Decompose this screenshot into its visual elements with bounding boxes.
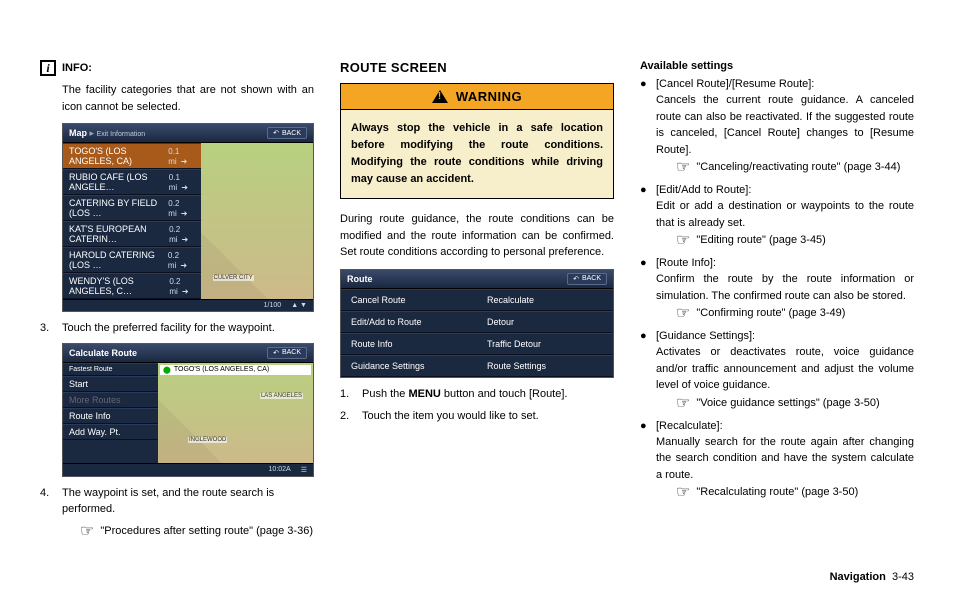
back-button: ↶BACK: [267, 347, 307, 359]
footer-page: 3-43: [892, 571, 914, 583]
warning-body: Always stop the vehicle in a safe locati…: [340, 110, 614, 199]
ss1-subtitle: Exit Information: [97, 131, 146, 138]
warning-label: WARNING: [456, 89, 522, 104]
available-settings-heading: Available settings: [640, 60, 914, 72]
route-step-2: Touch the item you would like to set.: [362, 408, 539, 425]
map-preview: ⬤TOGO'S (LOS ANGELES, CA) LAS ANGELES IN…: [158, 363, 313, 463]
route-steps: 1.Push the MENU button and touch [Route]…: [340, 386, 614, 425]
reference-icon: ☞: [676, 160, 690, 176]
back-button: ↶BACK: [267, 127, 307, 139]
reference-icon: ☞: [676, 306, 690, 322]
column-3: Available settings ●[Cancel Route]/[Resu…: [640, 60, 914, 544]
step-4: The waypoint is set, and the route searc…: [62, 485, 314, 518]
step-list-1: 3.Touch the preferred facility for the w…: [40, 320, 314, 337]
reference-icon: ☞: [676, 233, 690, 249]
info-heading: i INFO:: [40, 60, 314, 76]
map-preview: CULVER CITY: [201, 143, 314, 299]
page-footer: Navigation 3-43: [830, 571, 914, 583]
step-list-2: 4.The waypoint is set, and the route sea…: [40, 485, 314, 518]
ss1-title: Map: [69, 128, 87, 138]
manual-page: i INFO: The facility categories that are…: [0, 0, 954, 603]
screenshot-route-menu: Route ↶BACK Cancel Route Edit/Add to Rou…: [340, 269, 614, 378]
route-step-1: Push the MENU button and touch [Route].: [362, 386, 567, 403]
info-icon: i: [40, 60, 56, 76]
cross-reference: ☞ "Procedures after setting route" (page…: [80, 524, 314, 540]
ss3-title: Route: [347, 274, 373, 284]
route-paragraph: During route guidance, the route conditi…: [340, 211, 614, 261]
facility-list: TOGO'S (LOS ANGELES, CA)0.1 mi➜ RUBIO CA…: [63, 143, 201, 299]
screenshot-map-exit-info: Map ▸ Exit Information ↶BACK TOGO'S (LOS…: [62, 123, 314, 312]
reference-icon: ☞: [80, 524, 94, 540]
warning-icon: [432, 90, 448, 103]
info-label: INFO:: [62, 62, 92, 74]
screenshot-calculate-route: Calculate Route ↶BACK Fastest Route Star…: [62, 343, 314, 477]
route-screen-heading: Route Screen: [340, 60, 614, 75]
ss2-title: Calculate Route: [69, 348, 137, 358]
footer-section: Navigation: [830, 571, 886, 583]
info-text: The facility categories that are not sho…: [62, 82, 314, 115]
step-3: Touch the preferred facility for the way…: [62, 320, 275, 337]
ref-text: "Procedures after setting route" (page 3…: [100, 524, 313, 539]
back-button: ↶BACK: [567, 273, 607, 285]
column-1: i INFO: The facility categories that are…: [40, 60, 314, 544]
reference-icon: ☞: [676, 485, 690, 501]
reference-icon: ☞: [676, 396, 690, 412]
settings-list: ●[Cancel Route]/[Resume Route]: Cancels …: [640, 78, 914, 501]
column-2: Route Screen WARNING Always stop the veh…: [340, 60, 614, 544]
warning-heading: WARNING: [340, 83, 614, 110]
